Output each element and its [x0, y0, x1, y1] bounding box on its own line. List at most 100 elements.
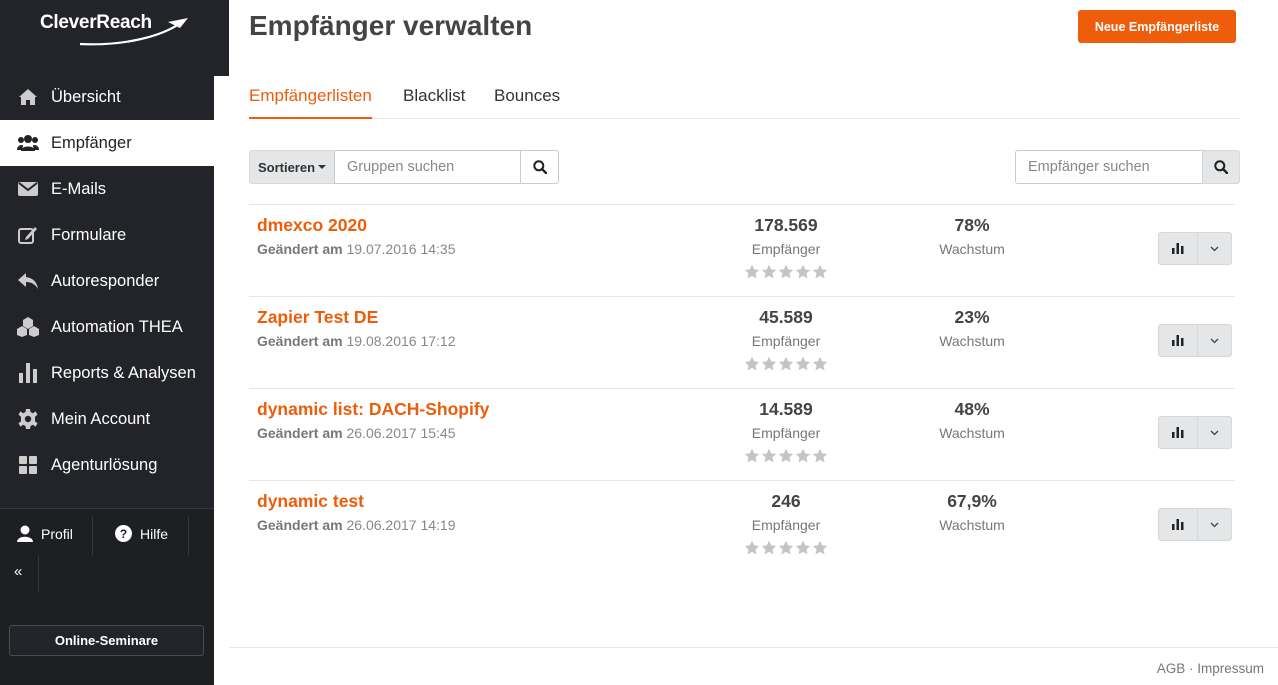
- star-icon[interactable]: [744, 540, 760, 556]
- list-name-link[interactable]: Zapier Test DE: [257, 307, 378, 328]
- star-icon[interactable]: [761, 356, 777, 372]
- changed-value: 26.06.2017 15:45: [346, 425, 456, 441]
- changed-label: Geändert am: [257, 425, 343, 441]
- question-icon: ?: [115, 525, 132, 542]
- sidebar-item-label: Automation THEA: [51, 317, 183, 336]
- star-icon[interactable]: [795, 540, 811, 556]
- sidebar-item-mein-account[interactable]: Mein Account: [0, 396, 214, 442]
- star-icon[interactable]: [812, 264, 828, 280]
- sidebar-item-agenturloesung[interactable]: Agenturlösung: [0, 442, 214, 488]
- envelope-icon: [17, 178, 39, 200]
- star-icon[interactable]: [812, 540, 828, 556]
- chevron-down-icon: [1210, 522, 1219, 527]
- gear-icon: [17, 408, 39, 430]
- agb-link[interactable]: AGB: [1157, 661, 1186, 676]
- list-stats-button[interactable]: [1158, 508, 1198, 541]
- changed-label: Geändert am: [257, 333, 343, 349]
- star-icon[interactable]: [778, 448, 794, 464]
- recipient-count: 246: [771, 491, 801, 511]
- star-icon[interactable]: [744, 356, 760, 372]
- list-options-dropdown[interactable]: [1197, 324, 1232, 357]
- changed-label: Geändert am: [257, 241, 343, 257]
- tab-bounces[interactable]: Bounces: [494, 86, 560, 119]
- chevron-down-icon: [1210, 246, 1219, 251]
- growth-label: Wachstum: [939, 425, 1005, 441]
- page-title: Empfänger verwalten: [249, 10, 533, 41]
- list-options-dropdown[interactable]: [1197, 416, 1232, 449]
- star-icon[interactable]: [744, 264, 760, 280]
- recipient-search-input[interactable]: [1015, 150, 1203, 184]
- list-options-dropdown[interactable]: [1197, 232, 1232, 265]
- star-icon[interactable]: [812, 356, 828, 372]
- sidebar-item-reports[interactable]: Reports & Analysen: [0, 350, 214, 396]
- sidebar: CleverReach Übersicht Empfänger E-Mails: [0, 0, 229, 685]
- sidebar-item-autoresponder[interactable]: Autoresponder: [0, 258, 214, 304]
- star-icon[interactable]: [761, 540, 777, 556]
- impressum-link[interactable]: Impressum: [1197, 661, 1264, 676]
- list-changed-date: Geändert am 26.06.2017 14:19: [257, 517, 455, 533]
- online-seminare-button[interactable]: Online-Seminare: [9, 625, 204, 656]
- cleverreach-logo[interactable]: CleverReach: [40, 8, 188, 48]
- bar-chart-icon: [17, 362, 39, 384]
- star-icon[interactable]: [778, 264, 794, 280]
- sidebar-item-label: E-Mails: [51, 179, 107, 198]
- list-options-dropdown[interactable]: [1197, 508, 1232, 541]
- star-icon[interactable]: [744, 448, 760, 464]
- growth-value: 23%: [954, 307, 990, 327]
- sidebar-item-empfaenger[interactable]: Empfänger: [0, 120, 214, 166]
- list-changed-date: Geändert am 19.07.2016 14:35: [257, 241, 455, 257]
- cubes-icon: [17, 316, 39, 338]
- sidebar-item-automation-thea[interactable]: Automation THEA: [0, 304, 214, 350]
- growth-value: 48%: [954, 399, 990, 419]
- sidebar-item-label: Agenturlösung: [51, 455, 158, 474]
- tab-empfaengerlisten[interactable]: Empfängerlisten: [249, 86, 372, 119]
- help-link[interactable]: ? Hilfe: [115, 525, 168, 542]
- recipient-count: 178.569: [754, 215, 818, 235]
- list-name-link[interactable]: dmexco 2020: [257, 215, 367, 236]
- recipient-count-label: Empfänger: [751, 517, 821, 533]
- recipient-count-label: Empfänger: [751, 333, 821, 349]
- bar-chart-icon: [1172, 427, 1184, 438]
- profile-label: Profil: [41, 525, 73, 542]
- list-changed-date: Geändert am 26.06.2017 15:45: [257, 425, 455, 441]
- growth-label: Wachstum: [939, 241, 1005, 257]
- list-name-link[interactable]: dynamic list: DACH-Shopify: [257, 399, 489, 420]
- star-icon[interactable]: [812, 448, 828, 464]
- star-icon[interactable]: [795, 356, 811, 372]
- changed-label: Geändert am: [257, 517, 343, 533]
- sidebar-item-emails[interactable]: E-Mails: [0, 166, 214, 212]
- list-name-link[interactable]: dynamic test: [257, 491, 364, 512]
- sort-label: Sortieren: [257, 159, 316, 175]
- edit-icon: [17, 224, 39, 246]
- star-icon[interactable]: [795, 448, 811, 464]
- home-icon: [17, 86, 39, 108]
- recipient-search-button[interactable]: [1202, 150, 1240, 184]
- changed-value: 19.08.2016 17:12: [346, 333, 456, 349]
- recipient-count: 45.589: [759, 307, 813, 327]
- sort-dropdown[interactable]: Sortieren: [249, 150, 335, 184]
- star-icon[interactable]: [761, 264, 777, 280]
- list-stats-button[interactable]: [1158, 232, 1198, 265]
- help-label: Hilfe: [140, 525, 169, 542]
- list-stats-button[interactable]: [1158, 324, 1198, 357]
- tab-blacklist[interactable]: Blacklist: [403, 86, 465, 119]
- star-icon[interactable]: [778, 356, 794, 372]
- rating-stars: [744, 356, 828, 372]
- group-search-button[interactable]: [520, 150, 559, 184]
- new-recipient-list-button[interactable]: Neue Empfängerliste: [1078, 10, 1236, 43]
- tab-bar: Empfängerlisten Blacklist Bounces: [249, 84, 1240, 119]
- divider: [188, 516, 189, 556]
- star-icon[interactable]: [795, 264, 811, 280]
- sidebar-item-uebersicht[interactable]: Übersicht: [0, 74, 214, 120]
- caret-down-icon: [318, 165, 327, 169]
- sidebar-item-formulare[interactable]: Formulare: [0, 212, 214, 258]
- collapse-sidebar-button[interactable]: «: [14, 563, 22, 580]
- growth-label: Wachstum: [939, 333, 1005, 349]
- list-stats-button[interactable]: [1158, 416, 1198, 449]
- group-search-input[interactable]: [334, 150, 521, 184]
- star-icon[interactable]: [778, 540, 794, 556]
- reply-icon: [17, 270, 39, 292]
- profile-link[interactable]: Profil: [17, 525, 73, 542]
- footer-separator: ·: [1188, 661, 1194, 676]
- star-icon[interactable]: [761, 448, 777, 464]
